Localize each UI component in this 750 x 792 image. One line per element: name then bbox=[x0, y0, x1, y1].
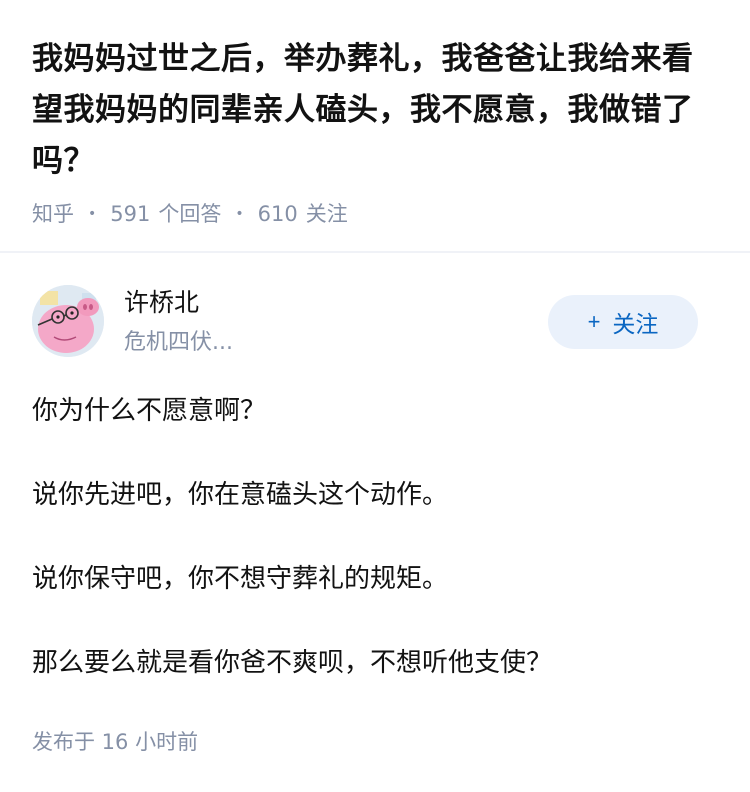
answers-label[interactable]: 个回答 bbox=[158, 199, 221, 229]
published-time: 发布于 16 小时前 bbox=[32, 730, 199, 754]
question-title[interactable]: 我妈妈过世之后，举办葬礼，我爸爸让我给来看望我妈妈的同辈亲人磕头，我不愿意，我做… bbox=[32, 34, 722, 187]
answer-paragraph: 说你先进吧，你在意磕头这个动作。 bbox=[32, 480, 449, 510]
answers-count: 591 bbox=[110, 202, 151, 226]
answer-paragraph: 说你保守吧，你不想守葬礼的规矩。 bbox=[32, 564, 449, 594]
source-label[interactable]: 知乎 bbox=[32, 199, 74, 229]
question-meta: 知乎 • 591 个回答 • 610 关注 bbox=[32, 199, 722, 229]
answer-paragraph: 你为什么不愿意啊？ bbox=[32, 396, 267, 426]
author-name[interactable]: 许桥北 bbox=[124, 285, 199, 321]
author-row: 许桥北 危机四伏... + 关注 bbox=[32, 285, 718, 357]
question-header: 我妈妈过世之后，举办葬礼，我爸爸让我给来看望我妈妈的同辈亲人磕头，我不愿意，我做… bbox=[32, 34, 722, 229]
answer-content: 你为什么不愿意啊？ 说你先进吧，你在意磕头这个动作。 说你保守吧，你不想守葬礼的… bbox=[32, 390, 722, 726]
pig-avatar-icon[interactable] bbox=[32, 285, 104, 357]
follow-button[interactable]: + 关注 bbox=[548, 295, 698, 349]
author-bio: 危机四伏... bbox=[124, 330, 233, 355]
followers-label[interactable]: 关注 bbox=[306, 199, 348, 229]
follow-label: 关注 bbox=[612, 311, 659, 337]
followers-count: 610 bbox=[257, 202, 298, 226]
section-divider bbox=[0, 251, 750, 253]
plus-icon: + bbox=[587, 309, 601, 334]
answer-paragraph: 那么要么就是看你爸不爽呗，不想听他支使？ bbox=[32, 648, 553, 678]
separator-dot: • bbox=[235, 206, 244, 222]
separator-dot: • bbox=[88, 206, 97, 222]
